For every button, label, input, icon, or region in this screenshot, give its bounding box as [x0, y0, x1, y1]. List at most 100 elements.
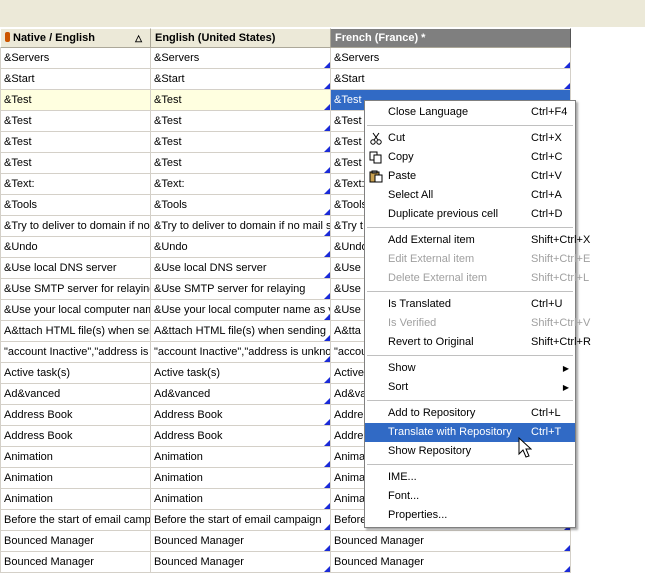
menu-item-paste[interactable]: Paste Ctrl+V [365, 167, 575, 186]
cell-text: &Use [334, 262, 361, 274]
menu-item-show[interactable]: Show ▶ [365, 359, 575, 378]
native-cell[interactable]: &Test [0, 111, 151, 132]
english-cell[interactable]: Animation [151, 447, 331, 468]
cell-text: Anima [334, 451, 366, 463]
english-cell[interactable]: Animation [151, 468, 331, 489]
english-cell[interactable]: &Use local DNS server [151, 258, 331, 279]
menu-item-close-language[interactable]: Close Language Ctrl+F4 [365, 103, 575, 122]
french-cell[interactable]: &Servers [331, 48, 571, 69]
native-cell[interactable]: Address Book [0, 405, 151, 426]
translated-marker-icon [564, 566, 570, 572]
english-cell[interactable]: &Tools [151, 195, 331, 216]
english-cell[interactable]: "account Inactive","address is unknown" [151, 342, 331, 363]
table-row[interactable]: Bounced Manager Bounced Manager Bounced Ma… [0, 531, 571, 552]
cell-text: Animation [154, 472, 203, 484]
cell-text: &Try to deliver to domain if no mail ser… [154, 220, 331, 232]
translated-marker-icon [324, 356, 330, 362]
cell-text: &Start [154, 73, 185, 85]
table-row[interactable]: &Servers &Servers &Servers [0, 48, 571, 69]
english-cell[interactable]: &Test [151, 153, 331, 174]
native-cell[interactable]: &Test [0, 90, 151, 111]
english-cell[interactable]: &Test [151, 90, 331, 111]
native-cell[interactable]: &Tools [0, 195, 151, 216]
native-cell[interactable]: Bounced Manager [0, 531, 151, 552]
english-cell[interactable]: &Test [151, 132, 331, 153]
english-cell[interactable]: Bounced Manager [151, 531, 331, 552]
menu-item-copy[interactable]: Copy Ctrl+C [365, 148, 575, 167]
table-row[interactable]: &Start &Start &Start [0, 69, 571, 90]
native-cell[interactable]: Address Book [0, 426, 151, 447]
french-cell[interactable]: Bounced Manager [331, 531, 571, 552]
cell-text: &Tools [334, 199, 368, 211]
native-cell[interactable]: A&ttach HTML file(s) when sending [0, 321, 151, 342]
native-cell[interactable]: Before the start of email campaign [0, 510, 151, 531]
native-cell[interactable]: &Undo [0, 237, 151, 258]
native-cell[interactable]: &Test [0, 153, 151, 174]
french-cell[interactable]: Bounced Manager [331, 552, 571, 573]
native-cell[interactable]: Animation [0, 489, 151, 510]
menu-item-sort[interactable]: Sort ▶ [365, 378, 575, 397]
menu-item-is-translated[interactable]: Is Translated Ctrl+U [365, 295, 575, 314]
english-cell[interactable]: &Test [151, 111, 331, 132]
menu-item-add-to-repository[interactable]: Add to Repository Ctrl+L [365, 404, 575, 423]
menu-item-edit-external-item[interactable]: Edit External item Shift+Ctrl+E [365, 250, 590, 269]
english-cell[interactable]: Bounced Manager [151, 552, 331, 573]
column-header-french[interactable]: French (France) * [331, 28, 571, 48]
french-cell[interactable]: &Start [331, 69, 571, 90]
native-cell[interactable]: Ad&vanced [0, 384, 151, 405]
column-header-english-us[interactable]: English (United States) [151, 28, 331, 48]
english-cell[interactable]: Animation [151, 489, 331, 510]
native-cell[interactable]: &Text: [0, 174, 151, 195]
menu-item-cut[interactable]: Cut Ctrl+X [365, 129, 575, 148]
cell-text: "accou [334, 346, 368, 358]
english-cell[interactable]: &Start [151, 69, 331, 90]
native-cell[interactable]: Active task(s) [0, 363, 151, 384]
english-cell[interactable]: Active task(s) [151, 363, 331, 384]
native-cell[interactable]: &Use SMTP server for relaying [0, 279, 151, 300]
native-cell[interactable]: &Try to deliver to domain if no mail ser… [0, 216, 151, 237]
english-cell[interactable]: &Undo [151, 237, 331, 258]
menu-item-delete-external-item[interactable]: Delete External item Shift+Ctrl+L [365, 269, 589, 288]
translated-marker-icon [324, 104, 330, 110]
native-cell[interactable]: "account Inactive","address is unknown" [0, 342, 151, 363]
native-cell[interactable]: &Servers [0, 48, 151, 69]
english-cell[interactable]: &Servers [151, 48, 331, 69]
english-cell[interactable]: Address Book [151, 426, 331, 447]
submenu-arrow-icon: ▶ [562, 364, 569, 373]
native-cell[interactable]: Animation [0, 447, 151, 468]
menu-item-revert-to-original[interactable]: Revert to Original Shift+Ctrl+R [365, 333, 591, 352]
menu-item-label: Is Translated [388, 298, 451, 310]
lock-icon [5, 32, 10, 42]
english-cell[interactable]: A&ttach HTML file(s) when sending [151, 321, 331, 342]
english-cell[interactable]: &Use your local computer name as your [151, 300, 331, 321]
menu-item-label: Duplicate previous cell [388, 208, 499, 220]
menu-item-show-repository[interactable]: Show Repository [365, 442, 575, 461]
sort-ascending-icon: △ [135, 33, 142, 43]
menu-item-select-all[interactable]: Select All Ctrl+A [365, 186, 575, 205]
menu-item-add-external-item[interactable]: Add External item Shift+Ctrl+X [365, 231, 590, 250]
table-row[interactable]: Bounced Manager Bounced Manager Bounced Ma… [0, 552, 571, 573]
menu-item-properties[interactable]: Properties... [365, 506, 575, 525]
context-menu: Close Language Ctrl+F4 Cut Ctrl+X Copy Ctrl+C… [364, 100, 591, 528]
english-cell[interactable]: &Use SMTP server for relaying [151, 279, 331, 300]
menu-item-duplicate-previous-cell[interactable]: Duplicate previous cell Ctrl+D [365, 205, 575, 224]
english-cell[interactable]: &Try to deliver to domain if no mail ser… [151, 216, 331, 237]
english-cell[interactable]: &Text: [151, 174, 331, 195]
native-cell[interactable]: &Use local DNS server [0, 258, 151, 279]
menu-item-ime[interactable]: IME... [365, 468, 575, 487]
mouse-pointer-icon [518, 437, 532, 458]
native-cell[interactable]: &Use your local computer name [0, 300, 151, 321]
native-cell[interactable]: &Test [0, 132, 151, 153]
native-cell[interactable]: &Start [0, 69, 151, 90]
native-cell[interactable]: Bounced Manager [0, 552, 151, 573]
cell-text: Addre [334, 430, 364, 442]
cell-text: &Tools [4, 199, 38, 211]
english-cell[interactable]: Address Book [151, 405, 331, 426]
column-header-native[interactable]: Native / English △ [0, 28, 151, 48]
english-cell[interactable]: Ad&vanced [151, 384, 331, 405]
menu-item-is-verified[interactable]: Is Verified Shift+Ctrl+V [365, 314, 590, 333]
menu-item-font[interactable]: Font... [365, 487, 575, 506]
native-cell[interactable]: Animation [0, 468, 151, 489]
english-cell[interactable]: Before the start of email campaign [151, 510, 331, 531]
menu-item-translate-with-repository[interactable]: Translate with Repository Ctrl+T [365, 423, 575, 442]
